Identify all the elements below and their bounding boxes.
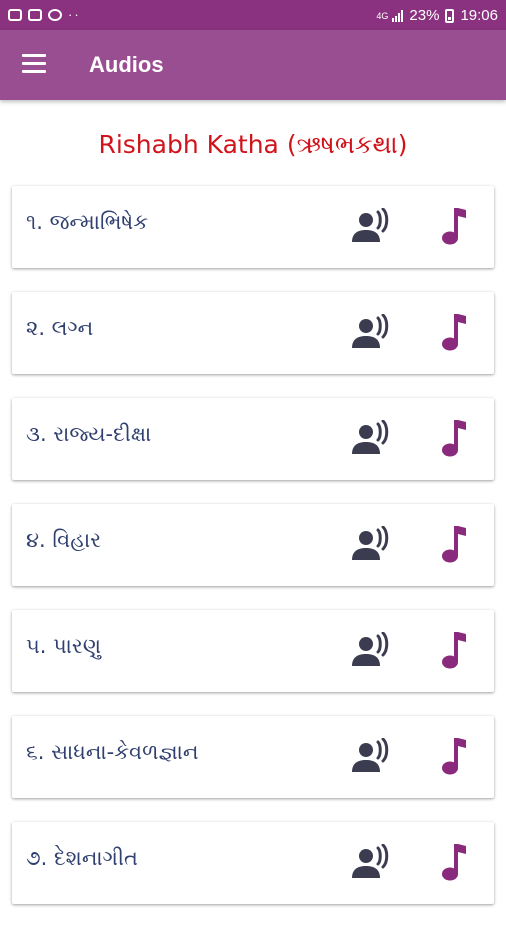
person-speaking-icon[interactable] [350,525,394,564]
audio-item-label: ૭. દેશનાગીત [26,846,138,870]
audio-list-item[interactable]: ૨. લગ્ન [12,292,494,374]
audio-item-label: ૨. લગ્ન [26,316,94,340]
audio-item-label: ૪. વિહાર [26,528,102,552]
status-indicators: 4G 23% 19:06 [376,7,498,24]
notification-icon [8,8,22,21]
battery-icon [445,8,455,23]
status-notifications: ·· [8,7,81,22]
music-note-icon[interactable] [438,630,468,670]
person-speaking-icon[interactable] [350,313,394,352]
audio-list: ૧. જન્માભિષેક ૨. લગ્ન ૩. રાજ્ય-દીક્ષા ૪.… [12,186,494,928]
music-note-icon[interactable] [438,312,468,352]
audio-list-item[interactable]: ૩. રાજ્ય-દીક્ષા [12,398,494,480]
network-type: 4G [376,10,389,21]
battery-percent: 23% [409,7,440,24]
music-note-icon[interactable] [438,418,468,458]
audio-item-label: ૬. સાધના-કેવળજ્ઞાન [26,740,199,764]
person-speaking-icon[interactable] [350,207,394,246]
app-title: Audios [89,52,164,77]
audio-list-item[interactable]: ૫. પારણુ [12,610,494,692]
more-notifications-icon: ·· [68,7,81,22]
hamburger-menu-icon[interactable] [22,54,46,74]
music-note-icon[interactable] [438,524,468,564]
audio-list-item[interactable]: ૬. સાધના-કેવળજ્ઞાન [12,716,494,798]
audio-item-label: ૩. રાજ્ય-દીક્ષા [26,422,152,446]
clock: 19:06 [460,7,498,24]
audio-list-item[interactable]: ૭. દેશનાગીત [12,822,494,904]
music-note-icon[interactable] [438,842,468,882]
audio-item-label: ૫. પારણુ [26,634,102,658]
person-speaking-icon[interactable] [350,737,394,776]
audio-list-item[interactable]: ૪. વિહાર [12,504,494,586]
audio-item-label: ૧. જન્માભિષેક [26,210,149,234]
app-bar: Audios [0,30,506,100]
person-speaking-icon[interactable] [350,843,394,882]
music-note-icon[interactable] [438,736,468,776]
music-note-icon[interactable] [438,206,468,246]
notification-icon [48,8,62,21]
signal-icon [392,9,404,22]
status-bar: ·· 4G 23% 19:06 [0,0,506,30]
notification-icon [28,8,42,21]
section-title: Rishabh Katha (ઋષભકથા) [98,130,408,159]
person-speaking-icon[interactable] [350,419,394,458]
audio-list-item[interactable]: ૧. જન્માભિષેક [12,186,494,268]
person-speaking-icon[interactable] [350,631,394,670]
